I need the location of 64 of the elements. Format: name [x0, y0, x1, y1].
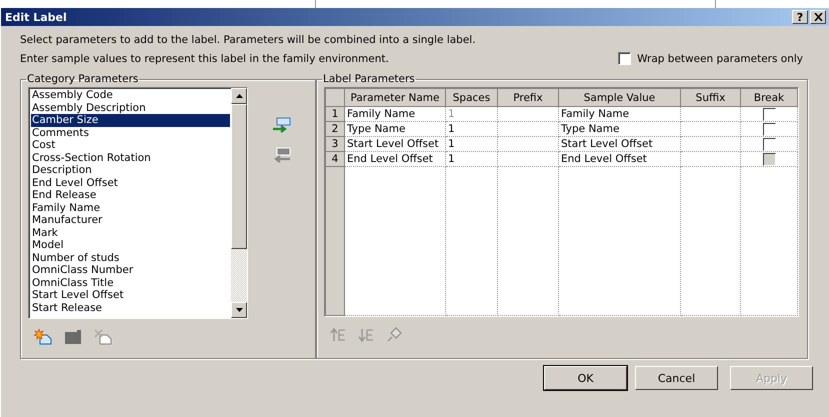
table-cell[interactable]: Type Name — [558, 122, 680, 136]
row-number[interactable]: 3 — [326, 136, 344, 152]
wrap-label: Wrap between parameters only — [637, 52, 803, 64]
list-item[interactable]: Number of studs — [31, 252, 230, 264]
remove-parameter-icon[interactable] — [273, 147, 291, 165]
list-item[interactable]: Manufacturer — [31, 214, 230, 226]
close-icon — [814, 13, 822, 21]
break-checkbox[interactable] — [762, 122, 776, 136]
table-cell[interactable]: 1 — [446, 152, 498, 166]
list-item[interactable]: Cost — [31, 139, 230, 152]
column-header[interactable]: Prefix — [498, 88, 558, 106]
new-parameter-icon[interactable] — [34, 329, 52, 345]
row-number[interactable]: 1 — [326, 106, 344, 122]
down-arrow-icon — [236, 308, 242, 312]
table-cell[interactable]: Family Name — [558, 106, 680, 122]
table-cell[interactable]: 1 — [446, 122, 498, 136]
break-checkbox[interactable] — [762, 108, 776, 120]
list-item[interactable]: Cross-Section Rotation — [31, 152, 230, 164]
table-cell[interactable]: End Level Offset — [344, 152, 446, 166]
list-item[interactable]: Model — [31, 239, 230, 252]
break-checkbox[interactable] — [762, 138, 776, 150]
list-item[interactable]: Family Name — [31, 202, 230, 214]
table-cell[interactable]: 1 — [446, 136, 498, 152]
window-title: Edit Label — [5, 10, 67, 24]
dialog-button[interactable]: Cancel — [635, 366, 718, 390]
wrap-checkbox[interactable] — [618, 52, 632, 65]
list-item[interactable]: Assembly Code — [31, 89, 230, 102]
row-number[interactable]: 2 — [326, 122, 344, 136]
column-header[interactable]: Spaces — [446, 88, 498, 106]
list-item[interactable]: Assembly Description — [31, 102, 230, 114]
instruction-text: Select parameters to add to the label. Parameters will be combined into a single label. — [20, 34, 477, 46]
group-title: Label Parameters — [322, 73, 416, 85]
table-cell[interactable]: Start Level Offset — [344, 136, 446, 152]
list-item[interactable]: End Level Offset — [31, 176, 230, 189]
list-item[interactable]: Description — [31, 164, 230, 176]
table-cell[interactable]: Start Level Offset — [558, 136, 680, 152]
column-header[interactable]: Parameter Name — [344, 88, 446, 106]
table-cell[interactable]: Type Name — [344, 122, 446, 136]
folder-icon[interactable] — [64, 329, 82, 345]
row-number[interactable]: 4 — [326, 152, 344, 166]
column-header[interactable]: Break — [740, 88, 798, 106]
dialog-button[interactable]: OK — [544, 366, 627, 390]
scrollbar-thumb[interactable] — [231, 104, 247, 249]
group-title: Category Parameters — [26, 73, 140, 85]
table-cell[interactable]: End Level Offset — [558, 152, 680, 166]
add-parameter-icon[interactable] — [273, 117, 291, 135]
list-item[interactable]: Comments — [31, 126, 230, 139]
list-item[interactable]: Mark — [31, 226, 230, 239]
list-item[interactable]: Start Level Offset — [31, 289, 230, 302]
column-header[interactable]: Sample Value — [558, 88, 680, 106]
help-button[interactable]: ? — [792, 10, 808, 24]
list-item[interactable]: OmniClass Title — [31, 276, 230, 289]
scroll-down-button[interactable] — [231, 302, 247, 318]
list-item[interactable]: Start Release — [31, 302, 230, 314]
instruction-text: Enter sample values to represent this label in the family environment. — [20, 52, 389, 64]
scroll-up-button[interactable] — [231, 88, 247, 104]
list-item[interactable]: OmniClass Number — [31, 264, 230, 276]
list-item[interactable]: End Release — [31, 189, 230, 202]
table-cell[interactable]: Family Name — [344, 106, 446, 122]
column-header[interactable]: Suffix — [680, 88, 740, 106]
delete-parameter-icon[interactable] — [94, 329, 112, 345]
close-button[interactable] — [810, 10, 826, 24]
up-arrow-icon — [236, 94, 242, 98]
list-item[interactable]: Camber Size — [31, 114, 230, 126]
